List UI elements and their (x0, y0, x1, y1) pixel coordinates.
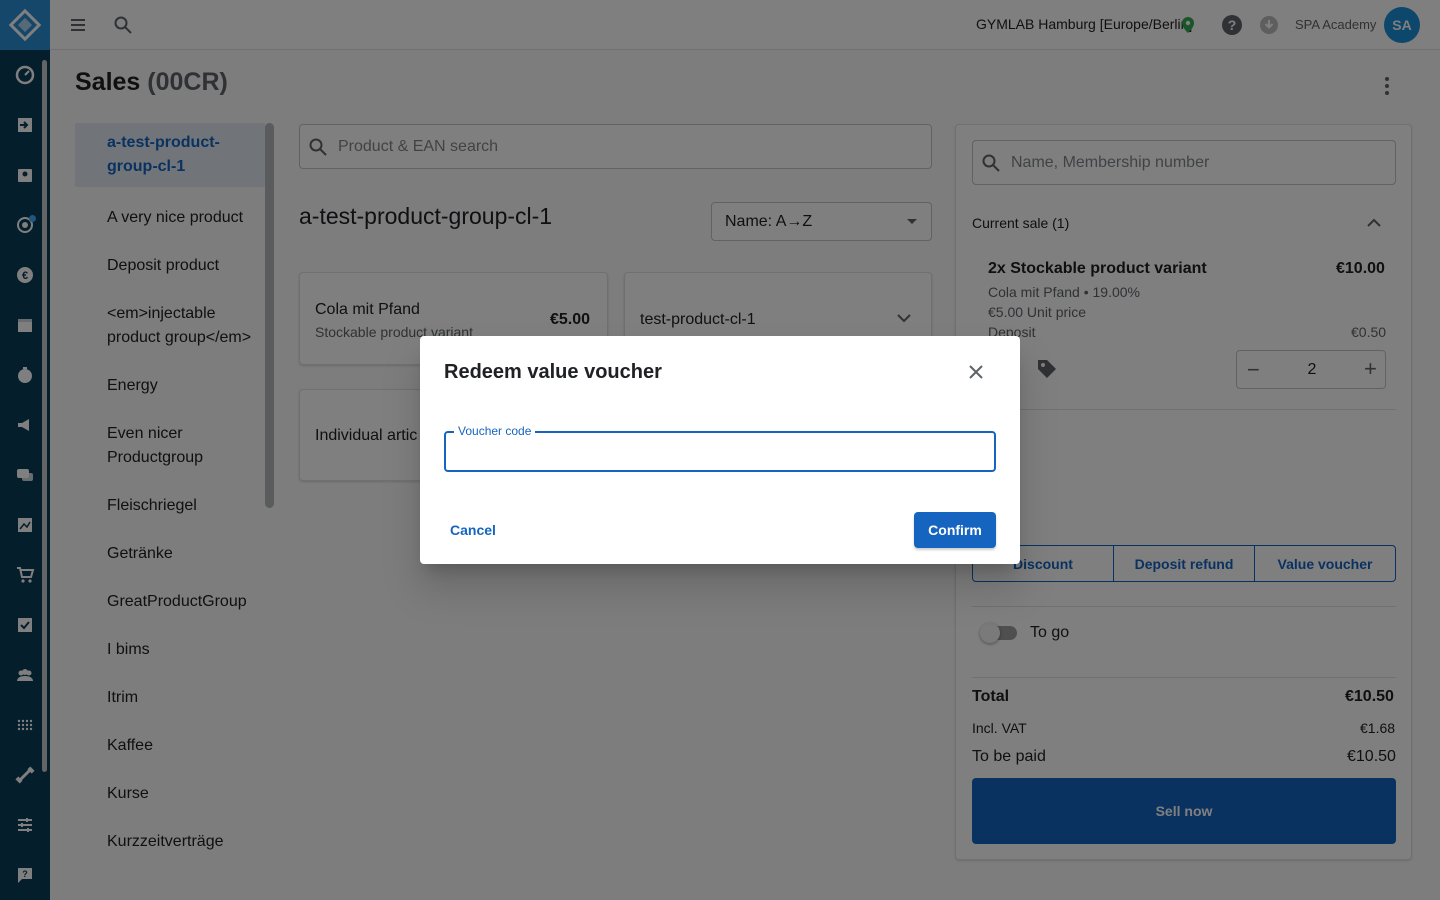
cancel-button[interactable]: Cancel (444, 512, 502, 548)
dialog-title: Redeem value voucher (444, 361, 662, 383)
voucher-code-label: Voucher code (454, 424, 536, 438)
close-icon[interactable] (964, 360, 988, 384)
confirm-button[interactable]: Confirm (914, 512, 996, 548)
voucher-code-input[interactable] (446, 433, 994, 470)
redeem-voucher-dialog: Redeem value voucher Voucher code Cancel… (420, 336, 1020, 564)
